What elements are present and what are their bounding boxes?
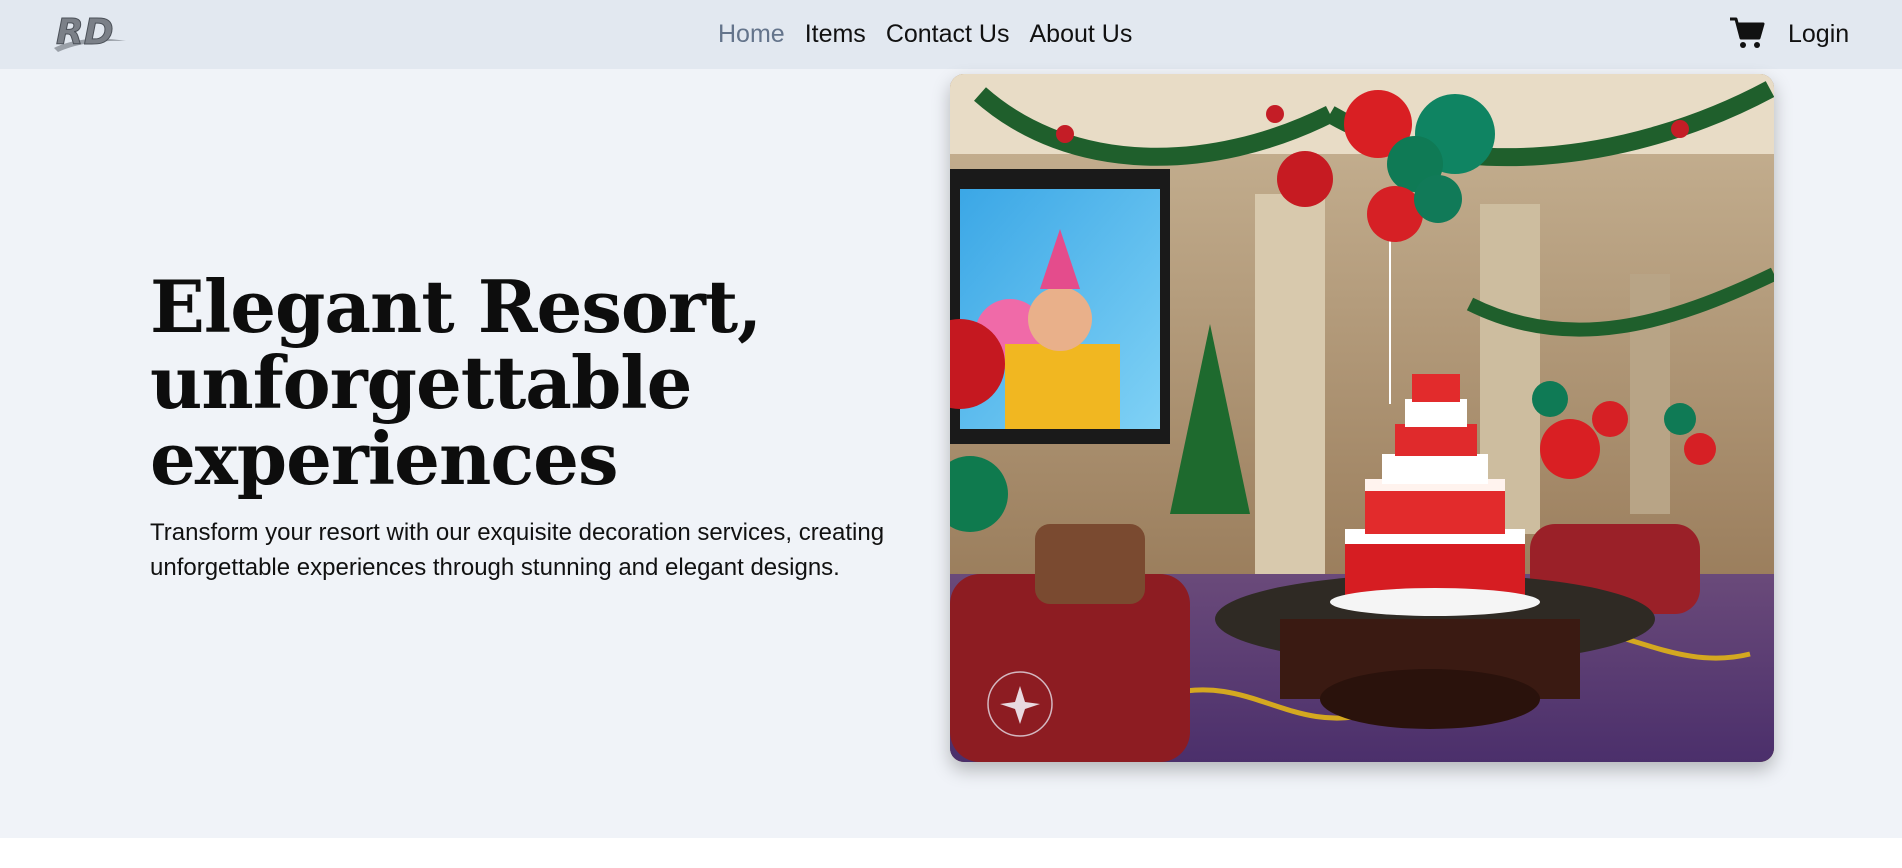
nav-items-link[interactable]: Items [805,22,866,47]
hero-section: Elegant Resort, unforgettable experience… [0,69,1902,838]
login-link[interactable]: Login [1788,0,1849,69]
hero-image [950,74,1774,762]
nav-about-link[interactable]: About Us [1029,22,1132,47]
nav-home-link[interactable]: Home [718,22,785,47]
nav-contact-link[interactable]: Contact Us [886,22,1010,47]
navbar: RD Home Items Contact Us About Us Login [0,0,1902,69]
hero-title-line-1: Elegant Resort, [150,264,762,349]
hero-description: Transform your resort with our exquisite… [150,519,885,581]
hero-title-line-3: experiences [150,416,619,501]
hero-title: Elegant Resort, unforgettable experience… [150,269,850,497]
rd-logo[interactable]: RD [50,10,130,56]
logo-text: RD [56,12,114,53]
shopping-cart-icon[interactable] [1729,16,1765,50]
hero-title-line-2: unforgettable [150,340,692,425]
main-nav: Home Items Contact Us About Us [718,0,1132,69]
